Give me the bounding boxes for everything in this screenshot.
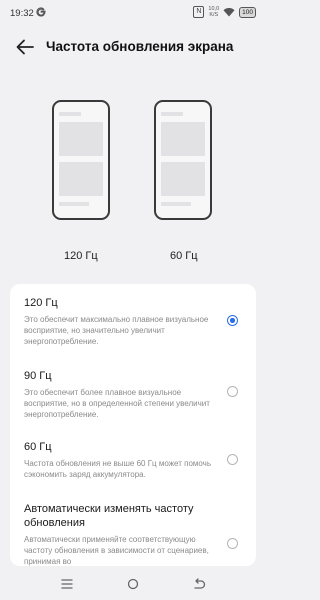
menu-lines-icon[interactable] bbox=[60, 578, 74, 590]
option-auto[interactable]: Автоматически изменять частоту обновлени… bbox=[24, 502, 224, 566]
option-description: Автоматически применяйте соответствующую… bbox=[24, 535, 209, 566]
home-circle-icon[interactable] bbox=[126, 578, 140, 590]
wifi-icon bbox=[223, 8, 235, 17]
preview-60hz-label: 60 Гц bbox=[170, 250, 198, 262]
net-speed: 10,0 K/S bbox=[208, 6, 219, 18]
option-60hz[interactable]: 60 Гц Частота обновления не выше 60 Гц м… bbox=[24, 440, 224, 480]
option-title: Автоматически изменять частоту обновлени… bbox=[24, 503, 194, 529]
navigation-bar bbox=[0, 566, 266, 600]
net-speed-unit: K/S bbox=[209, 12, 219, 18]
radio-90hz[interactable] bbox=[227, 386, 238, 397]
preview-120hz-label: 120 Гц bbox=[64, 250, 98, 262]
page-title: Частота обновления экрана bbox=[46, 39, 234, 54]
refresh-rate-options-card: 120 Гц Это обеспечит максимально плавное… bbox=[10, 284, 256, 566]
option-90hz[interactable]: 90 Гц Это обеспечит более плавное визуал… bbox=[24, 369, 224, 420]
battery-icon: 100 bbox=[239, 6, 256, 18]
preview-60hz-phone bbox=[154, 100, 212, 220]
option-120hz[interactable]: 120 Гц Это обеспечит максимально плавное… bbox=[24, 296, 224, 347]
app-bar: Частота обновления экрана bbox=[0, 30, 266, 64]
back-curve-icon[interactable] bbox=[192, 578, 206, 590]
status-time: 19:32 bbox=[10, 8, 34, 19]
arrow-left-icon[interactable] bbox=[14, 36, 36, 58]
preview-120hz-phone bbox=[52, 100, 110, 220]
option-description: Это обеспечит более плавное визуальное в… bbox=[24, 388, 210, 419]
nfc-icon: N bbox=[193, 6, 205, 18]
google-g-icon bbox=[36, 7, 46, 17]
option-title: 90 Гц bbox=[24, 370, 52, 382]
option-description: Частота обновления не выше 60 Гц может п… bbox=[24, 459, 212, 479]
status-icons: N 10,0 K/S 100 bbox=[193, 6, 256, 18]
option-title: 60 Гц bbox=[24, 441, 52, 453]
option-title: 120 Гц bbox=[24, 297, 58, 309]
radio-60hz[interactable] bbox=[227, 454, 238, 465]
radio-120hz[interactable] bbox=[227, 315, 238, 326]
status-bar: 19:32 N 10,0 K/S 100 bbox=[0, 0, 266, 26]
option-description: Это обеспечит максимально плавное визуал… bbox=[24, 315, 209, 346]
radio-auto[interactable] bbox=[227, 538, 238, 549]
